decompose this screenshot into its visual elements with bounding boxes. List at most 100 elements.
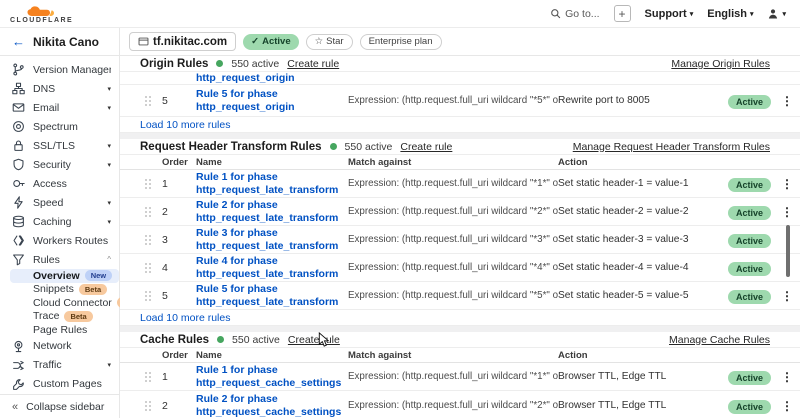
manage-request-header-transform-rules-link[interactable]: Manage Request Header Transform Rules xyxy=(573,141,770,153)
status-badge: Active xyxy=(728,234,771,248)
scrollbar-thumb[interactable] xyxy=(786,225,790,277)
sidebar-item-label: DNS xyxy=(33,83,55,95)
load-more-link[interactable]: Load 10 more rules xyxy=(140,312,230,324)
funnel-icon xyxy=(12,253,25,266)
sidebar-subitem-label: Snippets xyxy=(33,283,74,295)
table-row: 2 Rule 2 for phasehttp_request_late_tran… xyxy=(120,198,800,226)
rule-name-link[interactable]: Rule 1 for phasehttp_request_cache_setti… xyxy=(196,364,348,389)
rule-action: Set static header-5 = value-5 xyxy=(558,290,728,301)
rule-name-link[interactable]: Rule 1 for phasehttp_request_late_transf… xyxy=(196,171,348,196)
drag-handle-icon[interactable] xyxy=(144,95,162,107)
check-icon: ✓ xyxy=(251,36,259,47)
drag-handle-icon[interactable] xyxy=(144,290,162,302)
star-icon: ☆ xyxy=(315,36,324,47)
rule-match-expression: Expression: (http.request.full_uri wildc… xyxy=(348,262,558,273)
drag-handle-icon[interactable] xyxy=(144,371,162,383)
add-button[interactable]: + xyxy=(614,5,631,22)
language-menu[interactable]: English ▾ xyxy=(707,8,753,20)
beta-badge: Beta xyxy=(79,284,107,295)
sidebar-item-network[interactable]: Network xyxy=(0,337,119,356)
sidebar-item-dns[interactable]: DNS ▾ xyxy=(0,79,119,98)
spectrum-icon xyxy=(12,120,25,133)
drag-handle-icon[interactable] xyxy=(144,234,162,246)
load-more-link[interactable]: Load 10 more rules xyxy=(140,119,230,131)
plan-badge: Enterprise plan xyxy=(360,34,442,50)
user-menu[interactable]: ▾ xyxy=(767,8,786,20)
zone-active-badge: ✓ Active xyxy=(243,34,298,50)
sidebar-item-caching[interactable]: Caching ▾ xyxy=(0,212,119,231)
kebab-menu-icon[interactable]: ⋮ xyxy=(774,399,800,413)
user-icon xyxy=(767,8,779,20)
column-match: Match against xyxy=(348,350,558,361)
sidebar-item-security[interactable]: Security ▾ xyxy=(0,155,119,174)
sidebar-item-overview[interactable]: Overview New xyxy=(10,269,119,283)
rule-name-link[interactable]: Rule 4 for phasehttp_request_late_transf… xyxy=(196,255,348,280)
manage-cache-rules-link[interactable]: Manage Cache Rules xyxy=(669,334,770,346)
cloudflare-logo[interactable]: CLOUDFLARE xyxy=(10,6,73,24)
active-count: 550 active xyxy=(345,141,393,153)
back-arrow-icon[interactable]: ← xyxy=(12,34,25,49)
sidebar-item-traffic[interactable]: Traffic ▾ xyxy=(0,356,119,375)
drag-handle-icon[interactable] xyxy=(144,178,162,190)
chevron-down-icon: ▾ xyxy=(107,218,111,226)
rule-order: 5 xyxy=(162,95,196,107)
sidebar-item-email[interactable]: Email ▾ xyxy=(0,98,119,117)
language-label: English xyxy=(707,8,747,20)
kebab-menu-icon[interactable]: ⋮ xyxy=(774,94,800,108)
create-rule-link[interactable]: Create rule xyxy=(287,58,339,70)
sidebar-item-snippets[interactable]: Snippets Beta xyxy=(0,283,119,297)
new-badge: New xyxy=(85,270,112,281)
kebab-menu-icon[interactable]: ⋮ xyxy=(774,289,800,303)
rule-name-link[interactable]: Rule 5 for phasehttp_request_late_transf… xyxy=(196,283,348,308)
rule-name-link[interactable]: http_request_origin xyxy=(196,72,348,84)
drag-handle-icon[interactable] xyxy=(144,206,162,218)
table-column-headers: Order Name Match against Action xyxy=(120,155,800,170)
manage-origin-rules-link[interactable]: Manage Origin Rules xyxy=(671,58,770,70)
drag-handle-icon[interactable] xyxy=(144,400,162,412)
active-dot-icon xyxy=(217,336,224,343)
sidebar-item-access[interactable]: Access xyxy=(0,174,119,193)
rule-name-link[interactable]: Rule 2 for phasehttp_request_late_transf… xyxy=(196,199,348,224)
sidebar-item-version-management[interactable]: Version Management xyxy=(0,60,119,79)
sidebar-item-label: Security xyxy=(33,159,71,171)
rule-match-expression: Expression: (http.request.full_uri wildc… xyxy=(348,178,558,189)
star-button[interactable]: ☆ Star xyxy=(306,34,353,50)
goto-search[interactable]: Go to... xyxy=(550,8,599,20)
git-branch-icon xyxy=(12,63,25,76)
sidebar-item-speed[interactable]: Speed ▾ xyxy=(0,193,119,212)
column-name: Name xyxy=(196,350,348,361)
rule-action: Rewrite port to 8005 xyxy=(558,95,728,106)
active-dot-icon xyxy=(330,143,337,150)
sidebar-item-workers-routes[interactable]: Workers Routes xyxy=(0,231,119,250)
rule-name-link[interactable]: Rule 2 for phasehttp_request_cache_setti… xyxy=(196,393,348,418)
support-menu[interactable]: Support ▾ xyxy=(645,8,694,20)
domain-selector[interactable]: tf.nikitac.com xyxy=(129,32,236,51)
sidebar-item-label: Rules xyxy=(33,254,60,266)
status-badge: Active xyxy=(728,400,771,414)
rule-order: 5 xyxy=(162,290,196,302)
kebab-menu-icon[interactable]: ⋮ xyxy=(774,177,800,191)
database-icon xyxy=(12,215,25,228)
active-count: 550 active xyxy=(231,58,279,70)
sidebar-item-custom-pages[interactable]: Custom Pages xyxy=(0,375,119,394)
sidebar-item-trace[interactable]: Trace Beta xyxy=(0,310,119,324)
create-rule-link[interactable]: Create rule xyxy=(288,334,340,346)
rule-name-link[interactable]: Rule 3 for phasehttp_request_late_transf… xyxy=(196,227,348,252)
create-rule-link[interactable]: Create rule xyxy=(400,141,452,153)
sidebar-item-ssl-tls[interactable]: SSL/TLS ▾ xyxy=(0,136,119,155)
kebab-menu-icon[interactable]: ⋮ xyxy=(774,205,800,219)
zone-header: tf.nikitac.com ✓ Active ☆ Star Enterpris… xyxy=(120,28,800,56)
origin-load-more: Load 10 more rules xyxy=(120,117,800,133)
column-action: Action xyxy=(558,157,588,168)
sidebar-item-label: Custom Pages xyxy=(33,378,102,390)
collapse-sidebar-button[interactable]: « Collapse sidebar xyxy=(0,394,119,418)
sidebar-item-cloud-connector[interactable]: Cloud Connector Beta xyxy=(0,296,119,310)
rule-name-link[interactable]: Rule 5 for phasehttp_request_origin xyxy=(196,88,348,113)
kebab-menu-icon[interactable]: ⋮ xyxy=(774,370,800,384)
sidebar-item-spectrum[interactable]: Spectrum xyxy=(0,117,119,136)
top-bar: CLOUDFLARE Go to... + Support ▾ English … xyxy=(0,0,800,28)
sidebar-item-rules[interactable]: Rules ^ xyxy=(0,250,119,269)
drag-handle-icon[interactable] xyxy=(144,262,162,274)
network-pin-icon xyxy=(12,340,25,353)
sidebar-item-page-rules[interactable]: Page Rules xyxy=(0,323,119,337)
